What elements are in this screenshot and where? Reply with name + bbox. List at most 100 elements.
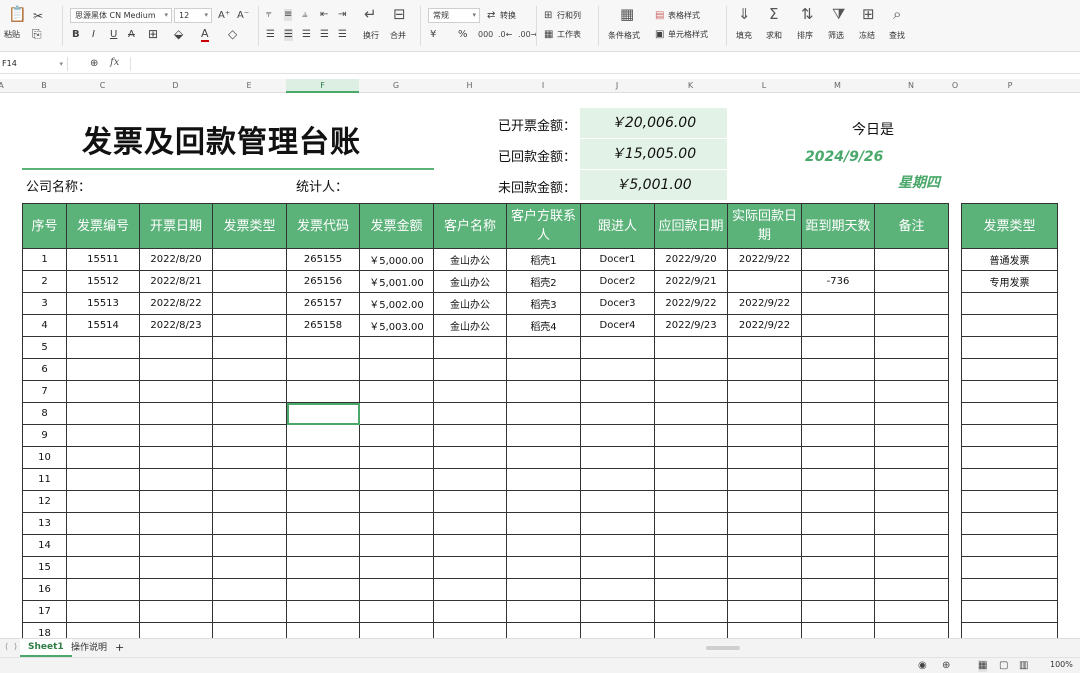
table-cell[interactable]: [654, 424, 728, 447]
table-cell[interactable]: [801, 512, 875, 535]
strikethrough-icon[interactable]: A: [128, 29, 135, 41]
fx-icon[interactable]: fx: [110, 57, 119, 68]
table-cell[interactable]: [66, 380, 140, 403]
col-header-K[interactable]: K: [654, 79, 727, 93]
table-cell[interactable]: [212, 622, 287, 638]
invoice-type-cell[interactable]: [961, 424, 1058, 447]
table-cell[interactable]: [286, 578, 360, 601]
table-cell[interactable]: Docer3: [580, 292, 655, 315]
table-cell[interactable]: 9: [22, 424, 67, 447]
table-cell[interactable]: [801, 336, 875, 359]
table-cell[interactable]: 8: [22, 402, 67, 425]
freeze-icon[interactable]: ⊞: [862, 7, 875, 22]
fill-icon[interactable]: ⇓: [738, 7, 751, 22]
col-header-D[interactable]: D: [139, 79, 212, 93]
table-cell[interactable]: [359, 358, 434, 381]
table-cell[interactable]: [212, 314, 287, 337]
table-cell[interactable]: [139, 578, 213, 601]
table-cell[interactable]: [580, 336, 655, 359]
table-cell[interactable]: [727, 622, 802, 638]
conditional-format-icon[interactable]: ▦: [620, 7, 634, 22]
table-cell[interactable]: [506, 534, 581, 557]
cell-style-label[interactable]: 单元格样式: [668, 30, 708, 40]
table-cell[interactable]: [506, 446, 581, 469]
indent-increase-icon[interactable]: ⇥: [338, 9, 346, 21]
table-cell[interactable]: [506, 358, 581, 381]
table-cell[interactable]: [874, 314, 949, 337]
table-cell[interactable]: [286, 468, 360, 491]
table-cell[interactable]: [359, 446, 434, 469]
table-cell[interactable]: [727, 446, 802, 469]
table-cell[interactable]: [580, 446, 655, 469]
table-cell[interactable]: [874, 402, 949, 425]
table-cell[interactable]: [874, 292, 949, 315]
worksheet-label[interactable]: 工作表: [557, 30, 581, 40]
table-cell[interactable]: [139, 380, 213, 403]
table-cell[interactable]: [433, 556, 507, 579]
table-cell[interactable]: [506, 490, 581, 513]
table-cell[interactable]: 265156: [286, 270, 360, 293]
col-header-C[interactable]: C: [66, 79, 139, 93]
table-cell[interactable]: 1: [22, 248, 67, 271]
table-cell[interactable]: Docer1: [580, 248, 655, 271]
align-middle-icon[interactable]: ≡: [284, 9, 293, 21]
table-cell[interactable]: [727, 556, 802, 579]
sort-label[interactable]: 排序: [797, 31, 813, 41]
eye-icon[interactable]: ◉: [918, 660, 927, 672]
table-cell[interactable]: [801, 314, 875, 337]
table-cell[interactable]: [727, 600, 802, 623]
table-cell[interactable]: [654, 490, 728, 513]
table-cell[interactable]: [874, 336, 949, 359]
percent-icon[interactable]: %: [458, 29, 468, 41]
font-size-select[interactable]: 12 ▾: [174, 8, 212, 23]
table-cell[interactable]: [874, 534, 949, 557]
table-cell[interactable]: 15513: [66, 292, 140, 315]
font-color-icon[interactable]: A: [201, 28, 209, 42]
table-cell[interactable]: [139, 490, 213, 513]
table-cell[interactable]: ￥5,001.00: [359, 270, 434, 293]
invoice-type-cell[interactable]: [961, 292, 1058, 315]
table-cell[interactable]: [801, 490, 875, 513]
thousands-icon[interactable]: 000: [478, 29, 493, 41]
cond-format-label[interactable]: 条件格式: [608, 31, 640, 41]
table-cell[interactable]: [801, 468, 875, 491]
table-cell[interactable]: [359, 468, 434, 491]
filter-icon[interactable]: ⧩: [832, 7, 845, 22]
table-cell[interactable]: 金山办公: [433, 248, 507, 271]
invoice-type-cell[interactable]: [961, 512, 1058, 535]
table-cell[interactable]: [212, 578, 287, 601]
table-cell[interactable]: [801, 248, 875, 271]
table-cell[interactable]: [727, 578, 802, 601]
table-cell[interactable]: 稻壳2: [506, 270, 581, 293]
table-cell[interactable]: [727, 270, 802, 293]
tab-next-icon[interactable]: ⟩: [14, 642, 17, 651]
table-cell[interactable]: [212, 468, 287, 491]
table-cell[interactable]: [359, 556, 434, 579]
col-header-L[interactable]: L: [727, 79, 801, 93]
table-cell[interactable]: [66, 336, 140, 359]
table-cell[interactable]: [212, 556, 287, 579]
paste-icon[interactable]: 📋: [8, 7, 27, 22]
table-cell[interactable]: [212, 380, 287, 403]
table-cell[interactable]: ￥5,003.00: [359, 314, 434, 337]
table-cell[interactable]: [286, 380, 360, 403]
table-cell[interactable]: [506, 512, 581, 535]
decrease-decimal-icon[interactable]: .00→: [518, 29, 537, 41]
table-style-icon[interactable]: ▤: [655, 10, 664, 22]
decrease-font-icon[interactable]: A⁻: [237, 10, 249, 22]
page-layout-icon[interactable]: ▢: [999, 660, 1008, 672]
table-cell[interactable]: 13: [22, 512, 67, 535]
table-cell[interactable]: 15514: [66, 314, 140, 337]
col-header-E[interactable]: E: [212, 79, 286, 93]
table-cell[interactable]: [433, 622, 507, 638]
wrap-label[interactable]: 换行: [363, 31, 379, 41]
table-cell[interactable]: [801, 600, 875, 623]
table-cell[interactable]: ￥5,000.00: [359, 248, 434, 271]
table-cell[interactable]: [580, 380, 655, 403]
table-cell[interactable]: [139, 622, 213, 638]
table-cell[interactable]: [286, 336, 360, 359]
table-cell[interactable]: [727, 358, 802, 381]
justify-icon[interactable]: ☰: [320, 29, 329, 41]
table-cell[interactable]: 稻壳1: [506, 248, 581, 271]
invoice-type-cell[interactable]: 普通发票: [961, 248, 1058, 271]
